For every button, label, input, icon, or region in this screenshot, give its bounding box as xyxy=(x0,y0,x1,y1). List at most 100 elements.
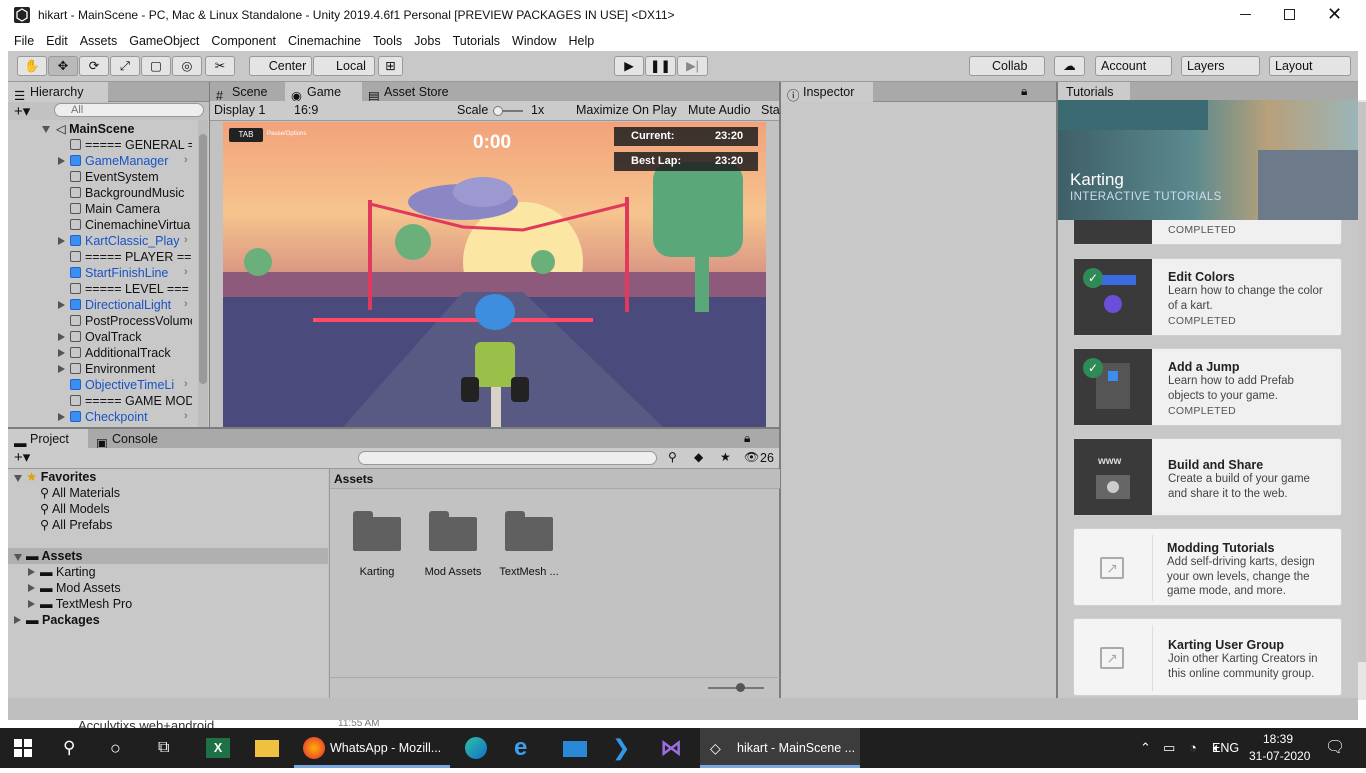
pivot-center-button[interactable]: Center xyxy=(249,56,312,76)
hidden-count-icon[interactable]: 👁︎ xyxy=(744,450,759,464)
textmesh-expand-icon[interactable] xyxy=(28,600,35,608)
cloud-icon[interactable]: ☁ xyxy=(1054,56,1085,76)
account-dropdown[interactable]: Account xyxy=(1095,56,1172,76)
file-explorer-icon[interactable] xyxy=(255,728,279,768)
open-prefab-chevron-icon[interactable]: › xyxy=(184,298,188,310)
tab-asset-store[interactable]: ▤ Asset Store xyxy=(362,82,462,103)
project-search-input[interactable] xyxy=(358,451,657,465)
expand-arrow-icon[interactable] xyxy=(58,413,65,421)
menu-tools[interactable]: Tools xyxy=(367,31,408,51)
mute-audio-button[interactable]: Mute Audio xyxy=(688,101,751,120)
clock-date[interactable]: 31-07-2020 xyxy=(1249,749,1310,763)
menu-cinemachine[interactable]: Cinemachine xyxy=(282,31,367,51)
cortana-icon[interactable]: ○ xyxy=(110,728,121,768)
lock-icon[interactable]: 🔒︎ xyxy=(1021,84,1027,99)
pause-button[interactable]: ❚❚ xyxy=(645,56,676,76)
unity-taskbar-icon[interactable]: ◇ xyxy=(710,728,721,768)
hierarchy-item[interactable]: AdditionalTrack xyxy=(70,345,192,361)
mod-assets-expand-icon[interactable] xyxy=(28,584,35,592)
packages-row[interactable]: ▬ Packages xyxy=(26,612,100,628)
favorite-all-models[interactable]: ⚲ All Models xyxy=(40,501,110,517)
packages-expand-icon[interactable] xyxy=(14,616,21,624)
expand-arrow-icon[interactable] xyxy=(58,157,65,165)
transform-tool-icon[interactable]: ◎ xyxy=(172,56,202,76)
battery-icon[interactable]: ▭ xyxy=(1163,728,1175,768)
task-view-icon[interactable]: ⧉ xyxy=(158,728,169,768)
tab-inspector[interactable]: ⓘ Inspector xyxy=(781,82,873,103)
scale-slider[interactable] xyxy=(493,106,523,116)
game-viewport[interactable]: TAB Pause/Options 0:00 Current: 23:20 Be… xyxy=(223,122,766,427)
hierarchy-item[interactable]: ===== GAME MOD xyxy=(70,393,192,409)
hierarchy-item[interactable]: OvalTrack xyxy=(70,329,192,345)
rotate-tool-icon[interactable]: ⟳ xyxy=(79,56,109,76)
scale-tool-icon[interactable]: ⤢ xyxy=(110,56,140,76)
tab-project[interactable]: ▬ Project xyxy=(8,429,88,450)
hierarchy-item[interactable]: DirectionalLight xyxy=(70,297,192,313)
assets-expand-icon[interactable] xyxy=(14,554,22,561)
tab-tutorials[interactable]: Tutorials xyxy=(1058,82,1130,102)
hierarchy-item[interactable]: CinemachineVirtua xyxy=(70,217,192,233)
menu-tutorials[interactable]: Tutorials xyxy=(447,31,506,51)
hierarchy-item[interactable]: Checkpoint xyxy=(70,409,192,425)
tutorial-card-0[interactable]: COMPLETED xyxy=(1073,220,1342,245)
hierarchy-item[interactable]: ObjectiveTimeLi xyxy=(70,377,192,393)
tutorial-card-5[interactable]: ↗ Karting User Group Join other Karting … xyxy=(1073,618,1342,696)
minimize-icon[interactable] xyxy=(1240,14,1251,15)
karting-expand-icon[interactable] xyxy=(28,568,35,576)
favorites-expand-icon[interactable] xyxy=(14,475,22,482)
notification-icon[interactable]: 🗨︎ xyxy=(1325,728,1345,768)
scene-expand-icon[interactable] xyxy=(42,126,50,133)
hierarchy-item[interactable]: Environment xyxy=(70,361,192,377)
taskbar-whatsapp[interactable]: WhatsApp - Mozill... xyxy=(330,728,441,768)
edge-icon[interactable] xyxy=(465,728,487,768)
expand-arrow-icon[interactable] xyxy=(58,301,65,309)
move-tool-icon[interactable]: ✥ xyxy=(48,56,78,76)
visual-studio-icon[interactable]: ⋈ xyxy=(660,728,682,768)
step-button[interactable]: ▶| xyxy=(677,56,708,76)
clock-time[interactable]: 18:39 xyxy=(1263,732,1293,746)
tutorial-card-2[interactable]: ✓ Add a Jump Learn how to add Prefab obj… xyxy=(1073,348,1342,426)
close-icon[interactable]: ✕ xyxy=(1327,3,1342,25)
vscode-icon[interactable]: ❯ xyxy=(612,728,630,768)
menu-edit[interactable]: Edit xyxy=(40,31,74,51)
tutorial-card-4[interactable]: ↗ Modding Tutorials Add self-driving kar… xyxy=(1073,528,1342,606)
lock-icon[interactable]: 🔒︎ xyxy=(744,431,750,446)
firefox-icon[interactable] xyxy=(303,728,325,768)
open-prefab-chevron-icon[interactable]: › xyxy=(184,154,188,166)
open-prefab-chevron-icon[interactable]: › xyxy=(184,378,188,390)
menu-help[interactable]: Help xyxy=(563,31,601,51)
open-prefab-chevron-icon[interactable]: › xyxy=(184,410,188,422)
stats-button[interactable]: Sta xyxy=(761,101,780,120)
collab-button[interactable]: Collab xyxy=(969,56,1045,76)
search-icon[interactable]: ⚲ xyxy=(63,728,75,768)
open-prefab-chevron-icon[interactable]: › xyxy=(184,266,188,278)
folder-textmesh-icon[interactable] xyxy=(505,511,553,551)
folder-mod-assets-icon[interactable] xyxy=(429,511,477,551)
assets-row[interactable]: ▬ Assets xyxy=(26,548,83,564)
expand-arrow-icon[interactable] xyxy=(58,237,65,245)
custom-tool-icon[interactable]: ✂ xyxy=(205,56,235,76)
hierarchy-item[interactable]: BackgroundMusic xyxy=(70,185,192,201)
open-prefab-chevron-icon[interactable]: › xyxy=(184,234,188,246)
menu-component[interactable]: Component xyxy=(205,31,282,51)
asset-folder-mod-assets[interactable]: ▬ Mod Assets xyxy=(40,580,121,596)
search-by-type-icon[interactable]: ⚲ xyxy=(668,450,677,464)
favorites-row[interactable]: ★ Favorites xyxy=(26,469,96,485)
menu-file[interactable]: File xyxy=(8,31,40,51)
hierarchy-item[interactable]: StartFinishLine xyxy=(70,265,192,281)
hand-tool-icon[interactable]: ✋ xyxy=(17,56,47,76)
favorite-all-materials[interactable]: ⚲ All Materials xyxy=(40,485,120,501)
hierarchy-item[interactable]: EventSystem xyxy=(70,169,192,185)
search-by-label-icon[interactable]: ◆ xyxy=(694,450,703,464)
menu-jobs[interactable]: Jobs xyxy=(408,31,446,51)
snap-icon[interactable]: ⊞ xyxy=(378,56,403,76)
scene-row[interactable]: ◁ MainScene xyxy=(56,121,196,137)
windows-start-icon[interactable] xyxy=(14,728,34,768)
menu-assets[interactable]: Assets xyxy=(74,31,124,51)
favorite-all-prefabs[interactable]: ⚲ All Prefabs xyxy=(40,517,112,533)
rect-tool-icon[interactable]: ▢ xyxy=(141,56,171,76)
maximize-on-play-button[interactable]: Maximize On Play xyxy=(576,101,677,120)
hierarchy-item[interactable]: PostProcessVolume xyxy=(70,313,192,329)
asset-folder-textmesh[interactable]: ▬ TextMesh Pro xyxy=(40,596,132,612)
tutorial-cards-scrollbar[interactable] xyxy=(1358,100,1366,700)
